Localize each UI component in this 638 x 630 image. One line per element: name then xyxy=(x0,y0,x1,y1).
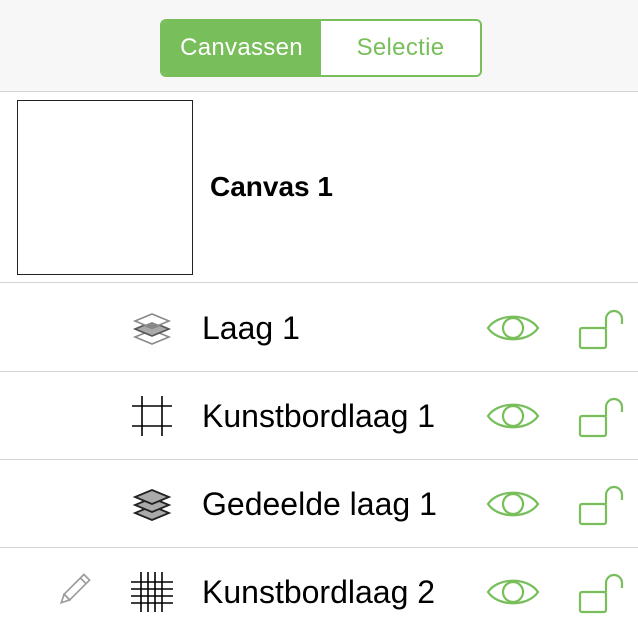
pencil-icon xyxy=(60,573,91,604)
unlocked-lock-icon[interactable] xyxy=(576,482,624,526)
shared-layer-icon xyxy=(132,489,172,521)
layer-row[interactable]: Laag 1 xyxy=(0,284,638,372)
layer-name: Gedeelde laag 1 xyxy=(202,486,437,522)
tab-selection[interactable]: Selectie xyxy=(321,21,480,75)
layer-name: Laag 1 xyxy=(202,310,300,346)
layer-name: Kunstbordlaag 1 xyxy=(202,398,436,434)
artboard-layer-icon xyxy=(132,396,172,436)
unlocked-lock-icon[interactable] xyxy=(576,570,624,614)
canvas-thumbnail xyxy=(17,100,193,275)
unlocked-lock-icon[interactable] xyxy=(576,306,624,350)
layer-icon xyxy=(132,313,172,345)
layer-row[interactable]: Kunstbordlaag 2 xyxy=(0,548,638,630)
sidebar-header: Canvassen Selectie xyxy=(0,0,638,92)
visibility-eye-icon[interactable] xyxy=(486,573,540,611)
visibility-eye-icon[interactable] xyxy=(486,397,540,435)
visibility-eye-icon[interactable] xyxy=(486,309,540,347)
layer-name: Kunstbordlaag 2 xyxy=(202,574,436,610)
artboard-layer-grid-icon xyxy=(131,572,173,612)
canvas-row[interactable]: Canvas 1 xyxy=(0,93,638,283)
visibility-eye-icon[interactable] xyxy=(486,485,540,523)
tab-canvases[interactable]: Canvassen xyxy=(162,21,321,75)
canvas-title: Canvas 1 xyxy=(210,171,333,202)
view-segmented-control[interactable]: Canvassen Selectie xyxy=(160,19,482,77)
unlocked-lock-icon[interactable] xyxy=(576,394,624,438)
layer-row[interactable]: Gedeelde laag 1 xyxy=(0,460,638,548)
layer-row[interactable]: Kunstbordlaag 1 xyxy=(0,372,638,460)
